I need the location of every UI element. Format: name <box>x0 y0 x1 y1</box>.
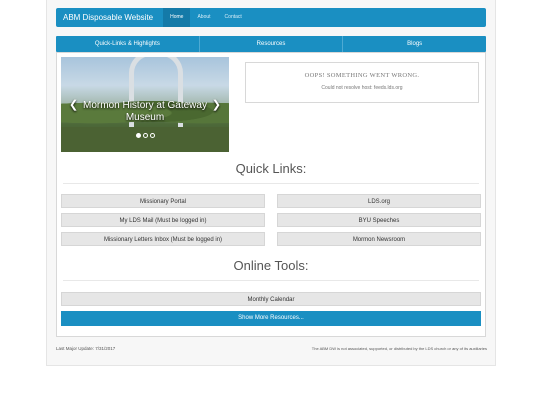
carousel-next-icon[interactable]: ❯ <box>212 98 221 111</box>
last-update-text: Last Major Update: 7/31/2017 <box>56 346 116 351</box>
mormon-newsroom-button[interactable]: Mormon Newsroom <box>277 232 481 246</box>
disclaimer-text: The ABM DW is not associated, supported,… <box>311 346 487 351</box>
page-container: ABM Disposable Website Home About Contac… <box>46 0 496 366</box>
image-carousel[interactable]: Mormon History at Gateway Museum ❮ ❯ <box>61 57 229 152</box>
divider <box>63 183 479 184</box>
carousel-prev-icon[interactable]: ❮ <box>69 98 78 111</box>
quick-links-title: Quick Links: <box>235 161 307 176</box>
show-more-resources-button[interactable]: Show More Resources... <box>61 311 481 326</box>
content-panel: Mormon History at Gateway Museum ❮ ❯ OOP… <box>56 52 486 337</box>
feed-error-title: OOPS! SOMETHING WENT WRONG. <box>304 72 420 79</box>
lds-mail-button[interactable]: My LDS Mail (Must be logged in) <box>61 213 265 227</box>
carousel-caption: Mormon History at Gateway Museum <box>83 100 207 123</box>
feed-error-message: Could not resolve host: feeds.lds.org <box>321 85 403 91</box>
nav-home[interactable]: Home <box>163 8 191 27</box>
byu-speeches-button[interactable]: BYU Speeches <box>277 213 481 227</box>
online-tools-title: Online Tools: <box>233 258 309 273</box>
section-tabs: Quick-Links & Highlights Resources Blogs <box>56 36 486 52</box>
nav-about[interactable]: About <box>190 8 217 27</box>
carousel-dot-1[interactable] <box>136 133 141 138</box>
carousel-dot-3[interactable] <box>150 133 155 138</box>
monthly-calendar-button[interactable]: Monthly Calendar <box>61 292 481 306</box>
feed-error-box: OOPS! SOMETHING WENT WRONG. Could not re… <box>245 62 479 103</box>
tab-resources[interactable]: Resources <box>200 36 344 52</box>
tab-quick-links[interactable]: Quick-Links & Highlights <box>56 36 200 52</box>
carousel-dot-2[interactable] <box>143 133 148 138</box>
nav-contact[interactable]: Contact <box>218 8 249 27</box>
site-brand[interactable]: ABM Disposable Website <box>56 13 163 22</box>
lds-org-button[interactable]: LDS.org <box>277 194 481 208</box>
tab-blogs[interactable]: Blogs <box>343 36 486 52</box>
letters-inbox-button[interactable]: Missionary Letters Inbox (Must be logged… <box>61 232 265 246</box>
missionary-portal-button[interactable]: Missionary Portal <box>61 194 265 208</box>
top-navbar: ABM Disposable Website Home About Contac… <box>56 8 486 27</box>
grass-image <box>61 127 229 152</box>
carousel-indicators <box>136 133 155 138</box>
divider <box>63 280 479 281</box>
